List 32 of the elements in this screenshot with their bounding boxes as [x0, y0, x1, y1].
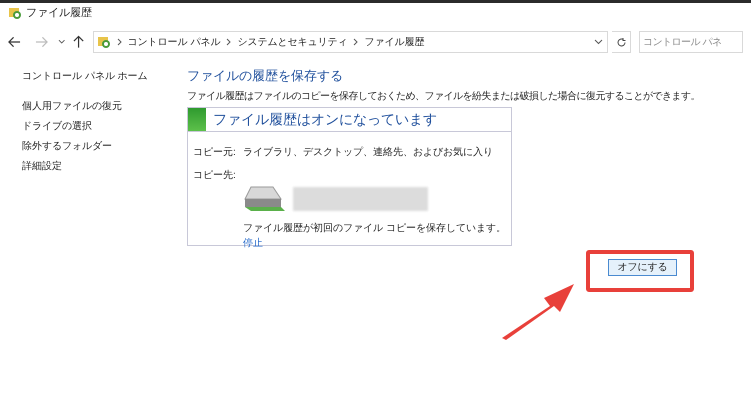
- stop-link[interactable]: 停止: [243, 236, 263, 250]
- back-arrow-icon[interactable]: [8, 36, 21, 48]
- field-label: コピー元:: [193, 146, 237, 160]
- window-title: ファイル履歴: [26, 6, 92, 21]
- breadcrumb[interactable]: コントロール パネル: [128, 34, 220, 50]
- sidebar-link[interactable]: 個人用ファイルの復元: [22, 99, 122, 114]
- file-history-icon: [8, 6, 22, 20]
- up-arrow-icon[interactable]: [73, 35, 85, 49]
- chevron-icon: [353, 38, 358, 46]
- field-value: ライブラリ、デスクトップ、連絡先、およびお気に入り: [243, 146, 493, 160]
- address-bar[interactable]: コントロール パネル システムとセキュリティ ファイル履歴: [92, 31, 608, 53]
- refresh-button[interactable]: [612, 31, 631, 53]
- refresh-icon: [616, 36, 627, 48]
- progress-message: ファイル履歴が初回のファイル コピーを保存しています。: [243, 222, 507, 236]
- dropdown-caret-icon[interactable]: [594, 39, 604, 45]
- breadcrumb[interactable]: ファイル履歴: [364, 34, 424, 50]
- search-field[interactable]: コントロール パネ: [639, 31, 743, 53]
- description-text: ファイル履歴はファイルのコピーを保存しておくため、ファイルを紛失または破損した場合に復元することができます。: [187, 90, 700, 104]
- file-history-icon: [96, 35, 111, 49]
- sidebar-link[interactable]: 除外するフォルダー: [22, 139, 112, 154]
- sidebar-link[interactable]: 詳細設定: [22, 159, 62, 174]
- chevron-icon: [226, 38, 232, 46]
- status-title: ファイル履歴はオンになっています: [213, 110, 437, 128]
- breadcrumb[interactable]: システムとセキュリティ: [237, 34, 348, 50]
- field-label: コピー先:: [193, 168, 237, 182]
- drive-icon: [243, 184, 285, 212]
- page-heading: ファイルの履歴を保存する: [187, 67, 344, 85]
- chevron-icon: [116, 38, 122, 46]
- sidebar-link[interactable]: ドライブの選択: [22, 119, 92, 134]
- dropdown-caret-icon[interactable]: [58, 39, 66, 45]
- turn-off-button[interactable]: オフにする: [608, 259, 677, 276]
- sidebar-link[interactable]: コントロール パネル ホーム: [22, 69, 187, 84]
